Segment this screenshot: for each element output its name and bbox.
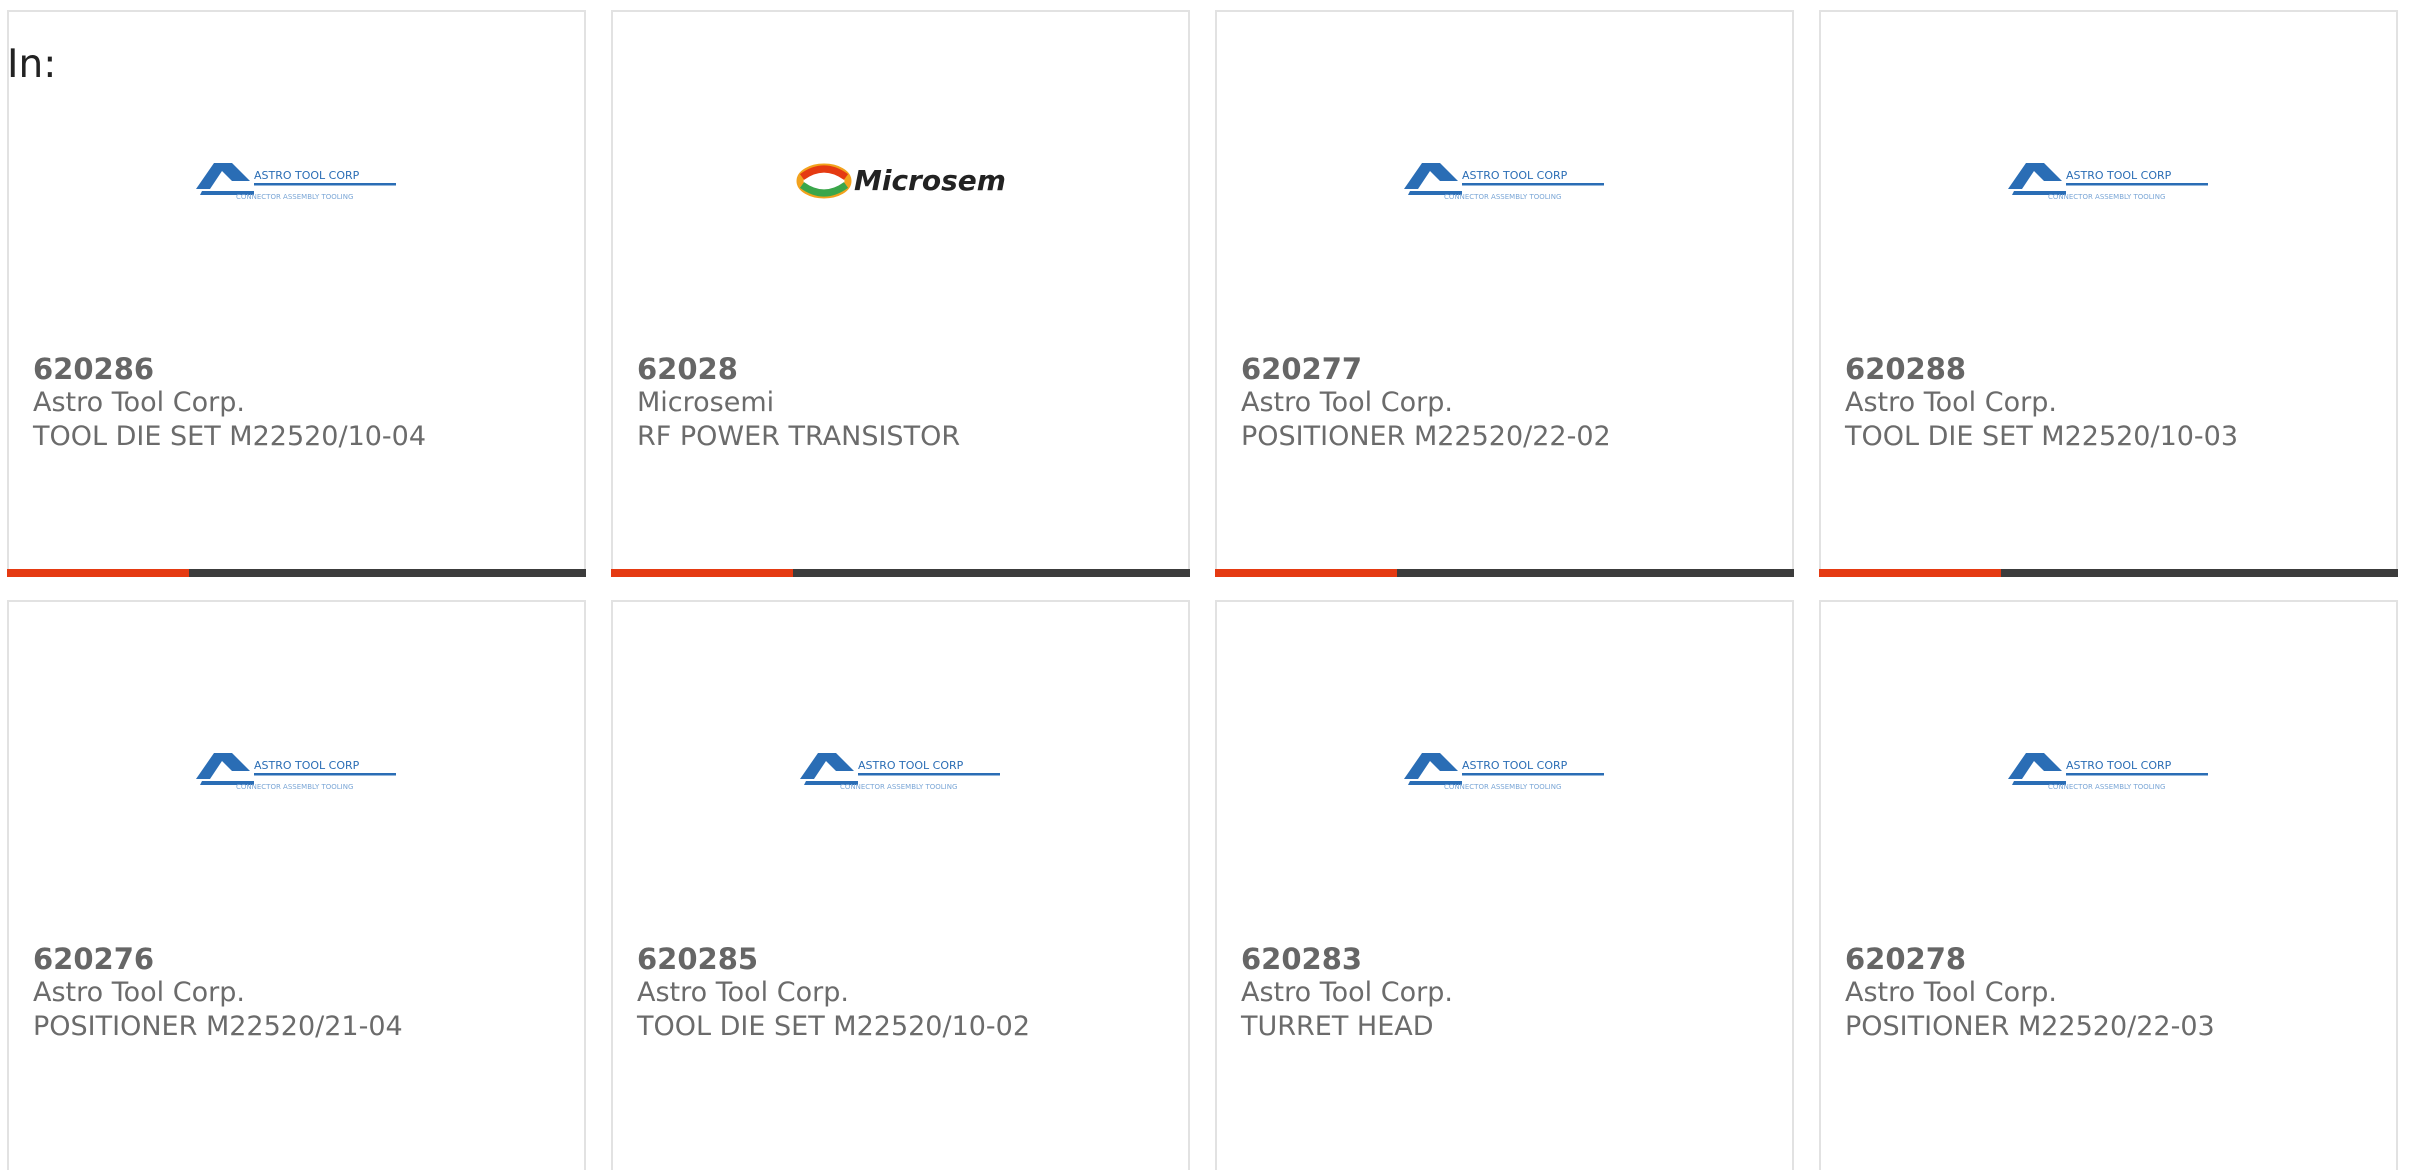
description: POSITIONER M22520/22-03 [1845,1011,2215,1042]
astro-tool-corp-logo: ASTRO TOOL CORP CONNECTOR ASSEMBLY TOOLI… [9,142,584,222]
microsemi-logo: Microsemi [613,142,1188,222]
product-grid: ASTRO TOOL CORP CONNECTOR ASSEMBLY TOOLI… [7,10,2399,1170]
astro-logo-tagline: CONNECTOR ASSEMBLY TOOLING [2048,783,2165,791]
astro-logo-name: ASTRO TOOL CORP [254,169,360,182]
progress-fill [1819,569,2002,577]
manufacturer: Astro Tool Corp. [637,977,849,1008]
product-card[interactable]: ASTRO TOOL CORP CONNECTOR ASSEMBLY TOOLI… [1215,600,1794,1170]
astro-logo-name: ASTRO TOOL CORP [2066,759,2172,772]
manufacturer: Microsemi [637,387,775,418]
part-number[interactable]: 620276 [33,942,564,976]
astro-logo-tagline: CONNECTOR ASSEMBLY TOOLING [236,193,353,201]
product-info: 620286 Astro Tool Corp. TOOL DIE SET M22… [33,352,564,454]
part-number[interactable]: 620286 [33,352,564,386]
astro-tool-corp-logo: ASTRO TOOL CORP CONNECTOR ASSEMBLY TOOLI… [1217,142,1792,222]
product-info: 620288 Astro Tool Corp. TOOL DIE SET M22… [1845,352,2376,454]
part-number[interactable]: 620285 [637,942,1168,976]
part-number[interactable]: 620283 [1241,942,1772,976]
description: TOOL DIE SET M22520/10-02 [637,1011,1031,1042]
description: POSITIONER M22520/21-04 [33,1011,403,1042]
astro-logo-tagline: CONNECTOR ASSEMBLY TOOLING [236,783,353,791]
product-card[interactable]: ASTRO TOOL CORP CONNECTOR ASSEMBLY TOOLI… [7,600,586,1170]
manufacturer: Astro Tool Corp. [33,977,245,1008]
product-info: 620285 Astro Tool Corp. TOOL DIE SET M22… [637,942,1168,1044]
astro-tool-corp-logo: ASTRO TOOL CORP CONNECTOR ASSEMBLY TOOLI… [613,732,1188,812]
in-label: In: [7,42,57,87]
product-card[interactable]: ASTRO TOOL CORP CONNECTOR ASSEMBLY TOOLI… [1819,10,2398,577]
astro-logo-name: ASTRO TOOL CORP [1462,169,1568,182]
astro-tool-corp-logo: ASTRO TOOL CORP CONNECTOR ASSEMBLY TOOLI… [9,732,584,812]
product-info: 620278 Astro Tool Corp. POSITIONER M2252… [1845,942,2376,1044]
manufacturer: Astro Tool Corp. [1241,387,1453,418]
progress-bar [7,569,586,577]
astro-tool-corp-logo: ASTRO TOOL CORP CONNECTOR ASSEMBLY TOOLI… [1217,732,1792,812]
product-info: 620276 Astro Tool Corp. POSITIONER M2252… [33,942,564,1044]
part-number[interactable]: 620277 [1241,352,1772,386]
progress-fill [611,569,794,577]
manufacturer: Astro Tool Corp. [1845,977,2057,1008]
product-card[interactable]: ASTRO TOOL CORP CONNECTOR ASSEMBLY TOOLI… [1819,600,2398,1170]
description: RF POWER TRANSISTOR [637,421,961,452]
product-card[interactable]: ASTRO TOOL CORP CONNECTOR ASSEMBLY TOOLI… [1215,10,1794,577]
part-number[interactable]: 620278 [1845,942,2376,976]
astro-tool-corp-logo: ASTRO TOOL CORP CONNECTOR ASSEMBLY TOOLI… [1821,142,2396,222]
astro-logo-name: ASTRO TOOL CORP [858,759,964,772]
progress-fill [7,569,190,577]
progress-bar [1819,569,2398,577]
astro-logo-tagline: CONNECTOR ASSEMBLY TOOLING [2048,193,2165,201]
manufacturer: Astro Tool Corp. [1845,387,2057,418]
product-info: 620277 Astro Tool Corp. POSITIONER M2252… [1241,352,1772,454]
product-info: 62028 Microsemi RF POWER TRANSISTOR [637,352,1168,454]
astro-logo-name: ASTRO TOOL CORP [254,759,360,772]
astro-logo-tagline: CONNECTOR ASSEMBLY TOOLING [840,783,957,791]
progress-bar [1215,569,1794,577]
manufacturer: Astro Tool Corp. [1241,977,1453,1008]
astro-logo-name: ASTRO TOOL CORP [2066,169,2172,182]
manufacturer: Astro Tool Corp. [33,387,245,418]
microsemi-logo-name: Microsemi [854,164,1006,197]
astro-tool-corp-logo: ASTRO TOOL CORP CONNECTOR ASSEMBLY TOOLI… [1821,732,2396,812]
product-card[interactable]: ASTRO TOOL CORP CONNECTOR ASSEMBLY TOOLI… [611,600,1190,1170]
product-card[interactable]: Microsemi 62028 Microsemi RF POWER TRANS… [611,10,1190,577]
description: TOOL DIE SET M22520/10-03 [1845,421,2239,452]
description: TOOL DIE SET M22520/10-04 [33,421,427,452]
progress-fill [1215,569,1398,577]
description: TURRET HEAD [1241,1011,1434,1042]
astro-logo-name: ASTRO TOOL CORP [1462,759,1568,772]
part-number[interactable]: 620288 [1845,352,2376,386]
description: POSITIONER M22520/22-02 [1241,421,1611,452]
astro-logo-tagline: CONNECTOR ASSEMBLY TOOLING [1444,193,1561,201]
product-info: 620283 Astro Tool Corp. TURRET HEAD [1241,942,1772,1044]
progress-bar [611,569,1190,577]
product-card[interactable]: ASTRO TOOL CORP CONNECTOR ASSEMBLY TOOLI… [7,10,586,577]
part-number[interactable]: 62028 [637,352,1168,386]
astro-logo-tagline: CONNECTOR ASSEMBLY TOOLING [1444,783,1561,791]
